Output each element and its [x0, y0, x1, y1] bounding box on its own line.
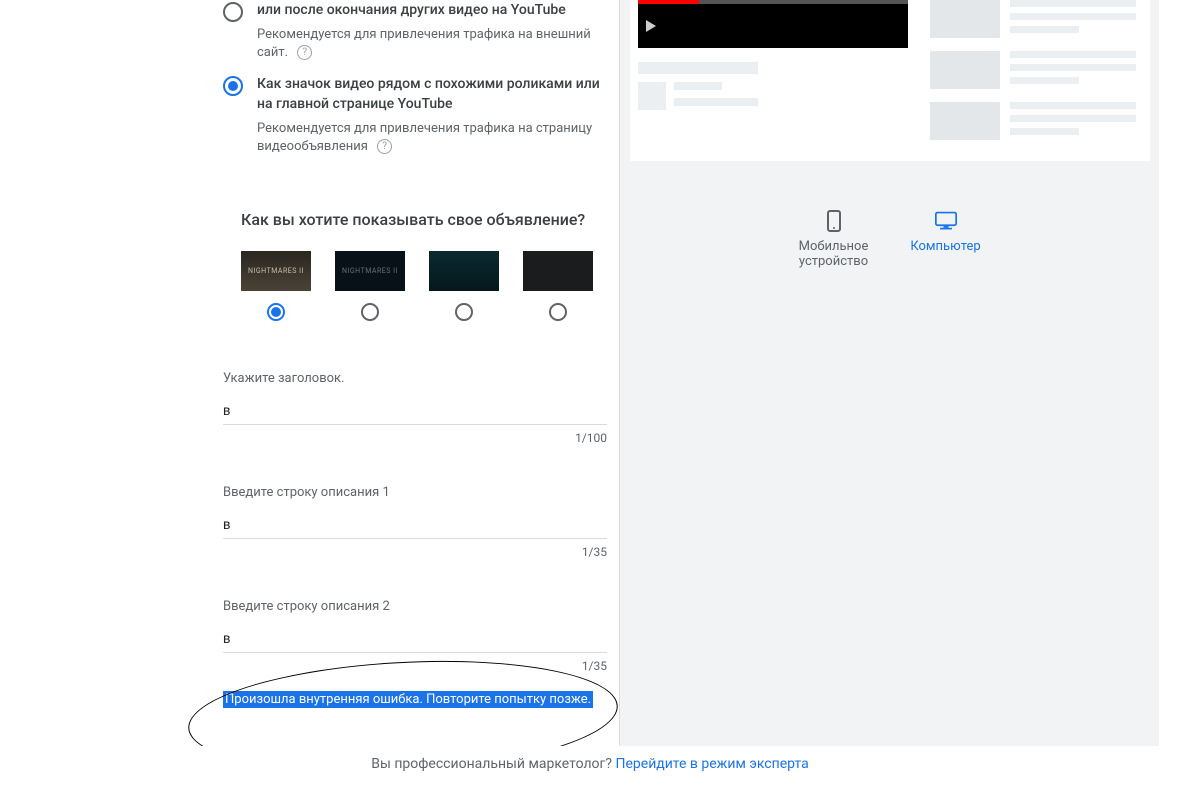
play-icon	[646, 20, 656, 32]
thumbnail-image[interactable]	[523, 251, 593, 291]
thumbnail-section-heading: Как вы хотите показывать свое объявление…	[241, 210, 607, 229]
thumbnail-option-2[interactable]: NIGHTMARES II	[335, 251, 405, 321]
thumbnail-image[interactable]: NIGHTMARES II	[241, 251, 311, 291]
option-subtitle: Рекомендуется для привлечения трафика на…	[257, 26, 607, 62]
preview-column: Мобильное устройство Компьютер	[619, 0, 1159, 786]
thumbnail-option-1[interactable]: NIGHTMARES II	[241, 251, 311, 321]
mobile-icon	[823, 209, 845, 233]
thumbnail-option-3[interactable]	[429, 251, 499, 321]
field-label: Введите строку описания 2	[223, 599, 607, 614]
char-counter: 1/35	[223, 545, 607, 559]
video-player-mock	[638, 0, 908, 48]
option-subtitle: Рекомендуется для привлечения трафика на…	[257, 120, 607, 156]
thumbnail-image[interactable]	[429, 251, 499, 291]
radio-icon[interactable]	[549, 303, 567, 321]
option-title: или после окончания других видео на YouT…	[257, 0, 607, 20]
radio-icon[interactable]	[223, 76, 243, 96]
radio-icon[interactable]	[267, 303, 285, 321]
desktop-icon	[935, 209, 957, 233]
preview-mock	[630, 0, 1150, 161]
ad-form-column: или после окончания других видео на YouT…	[223, 0, 619, 786]
headline-field-block: Укажите заголовок. 1/100	[223, 371, 607, 445]
field-label: Введите строку описания 1	[223, 485, 607, 500]
radio-icon[interactable]	[361, 303, 379, 321]
footer-bar: Вы профессиональный маркетолог? Перейдит…	[0, 746, 1180, 786]
radio-icon[interactable]	[455, 303, 473, 321]
device-label: Мобильное устройство	[786, 239, 882, 269]
device-desktop[interactable]: Компьютер	[898, 209, 994, 269]
option-title: Как значок видео рядом с похожими ролика…	[257, 74, 607, 114]
description1-input[interactable]	[223, 510, 607, 539]
help-icon[interactable]: ?	[297, 45, 312, 60]
error-message: Произошла внутренняя ошибка. Повторите п…	[223, 691, 593, 708]
thumbnail-option-4[interactable]	[523, 251, 593, 321]
thumbnail-image[interactable]: NIGHTMARES II	[335, 251, 405, 291]
help-icon[interactable]: ?	[377, 139, 392, 154]
description2-input[interactable]	[223, 624, 607, 653]
device-mobile[interactable]: Мобильное устройство	[786, 209, 882, 269]
device-label: Компьютер	[910, 239, 980, 254]
ad-format-option-2[interactable]: Как значок видео рядом с похожими ролика…	[223, 74, 607, 156]
description2-field-block: Введите строку описания 2 1/35	[223, 599, 607, 673]
char-counter: 1/35	[223, 659, 607, 673]
description1-field-block: Введите строку описания 1 1/35	[223, 485, 607, 559]
footer-question: Вы профессиональный маркетолог?	[371, 756, 615, 772]
char-counter: 1/100	[223, 431, 607, 445]
expert-mode-link[interactable]: Перейдите в режим эксперта	[616, 756, 809, 772]
field-label: Укажите заголовок.	[223, 371, 607, 386]
ad-format-option-1[interactable]: или после окончания других видео на YouT…	[223, 0, 607, 62]
device-preview-toggle: Мобильное устройство Компьютер	[620, 209, 1159, 269]
video-meta-mock	[638, 62, 908, 114]
headline-input[interactable]	[223, 396, 607, 425]
thumbnail-chooser: NIGHTMARES II NIGHTMARES II	[241, 251, 607, 321]
related-list-mock	[930, 0, 1136, 153]
radio-icon[interactable]	[223, 2, 243, 22]
